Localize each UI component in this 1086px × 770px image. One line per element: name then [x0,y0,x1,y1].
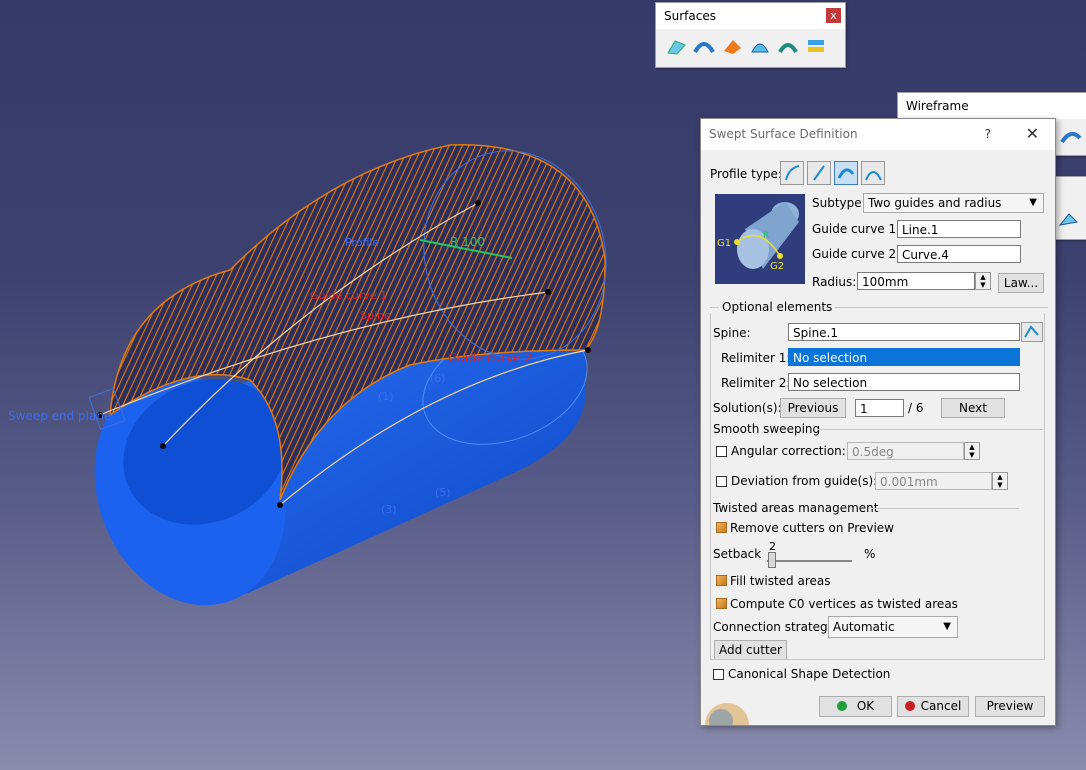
spine-label: Spine [360,309,391,322]
multi-section-surface-icon[interactable] [776,35,800,57]
solution-5-marker: (5) [435,486,451,499]
close-icon[interactable]: x [826,8,841,23]
dialog-title: Swept Surface Definition [709,127,858,141]
guide-curve-1-label: Guide curve 1: [812,222,901,236]
canonical-shape-label: Canonical Shape Detection [728,667,891,681]
ok-label: OK [856,699,875,713]
surfaces-icon-row [656,29,845,61]
solution-3-marker: (3) [381,503,397,516]
guide-curve-2-label: Guide curve 2: [812,247,901,261]
surfaces-toolbar: Surfaces x [655,2,846,68]
solution-6-marker: (6) [430,372,446,385]
subtype-value: Two guides and radius [868,196,1002,210]
profile-type-label: Profile type: [710,167,782,181]
cancel-status-icon [904,701,915,711]
solution-1-marker: (1) [378,390,394,403]
optional-elements-frame [710,313,1045,660]
radius-label: Radius: [812,275,857,289]
preview-r-label: R [763,231,769,241]
sweep-surface-icon[interactable] [720,35,744,57]
radius-field[interactable]: 100mm [857,272,975,290]
cancel-button[interactable]: Cancel [897,696,969,717]
toolbar-surface-icon[interactable] [1056,209,1080,231]
cancel-label: Cancel [920,699,962,713]
optional-elements-title: Optional elements [719,300,836,314]
preview-button[interactable]: Preview [975,696,1045,717]
ok-status-icon [836,701,847,711]
guide-curve-1-label: Guide curve 1 [310,289,388,302]
guide-curve-2-label: Guide curve 2 [448,351,533,365]
preview-g2-label: G2 [770,261,784,272]
profile-type-circle-icon[interactable] [834,161,858,185]
law-button[interactable]: Law... [998,273,1044,293]
guide-curve-2-field[interactable]: Curve.4 [897,245,1021,263]
dialog-title-bar: Swept Surface Definition ? ✕ [701,119,1055,150]
profile-type-explicit-icon[interactable] [780,161,804,185]
profile-label: Profile [345,236,380,249]
close-icon[interactable]: ✕ [1026,119,1039,149]
preview-g1-label: G1 [717,238,731,249]
additional-toolbar [1053,176,1086,240]
surfaces-toolbar-title: Surfaces x [656,3,845,29]
guide-curve-1-field[interactable]: Line.1 [897,220,1021,238]
subtype-label: Subtype: [812,196,866,210]
help-button[interactable]: ? [985,119,991,149]
fill-surface-icon[interactable] [748,35,772,57]
extrude-surface-icon[interactable] [664,35,688,57]
profile-type-conic-icon[interactable] [861,161,885,185]
dialog-logo-icon [705,703,749,725]
wireframe-curve-icon[interactable] [1059,125,1083,147]
radius-spinner[interactable]: ▲ ▼ [975,272,991,290]
subtype-dropdown[interactable]: Two guides and radius ▼ [863,193,1044,213]
swept-surface-dialog: Swept Surface Definition ? ✕ Profile typ… [700,118,1056,726]
surfaces-title-text: Surfaces [664,9,716,23]
profile-type-line-icon[interactable] [807,161,831,185]
offset-surface-icon[interactable] [692,35,716,57]
radius-annotation: R 100 [450,235,486,249]
canonical-shape-checkbox[interactable] [713,669,724,680]
wireframe-toolbar-title: Wireframe [898,93,1086,119]
sweep-end-plane-label: Sweep end plane [8,409,112,423]
ok-button[interactable]: OK [819,696,892,717]
blend-surface-icon[interactable] [804,35,828,57]
subtype-preview-image: G1 G2 R [715,194,805,284]
chevron-down-icon: ▼ [1029,197,1037,208]
